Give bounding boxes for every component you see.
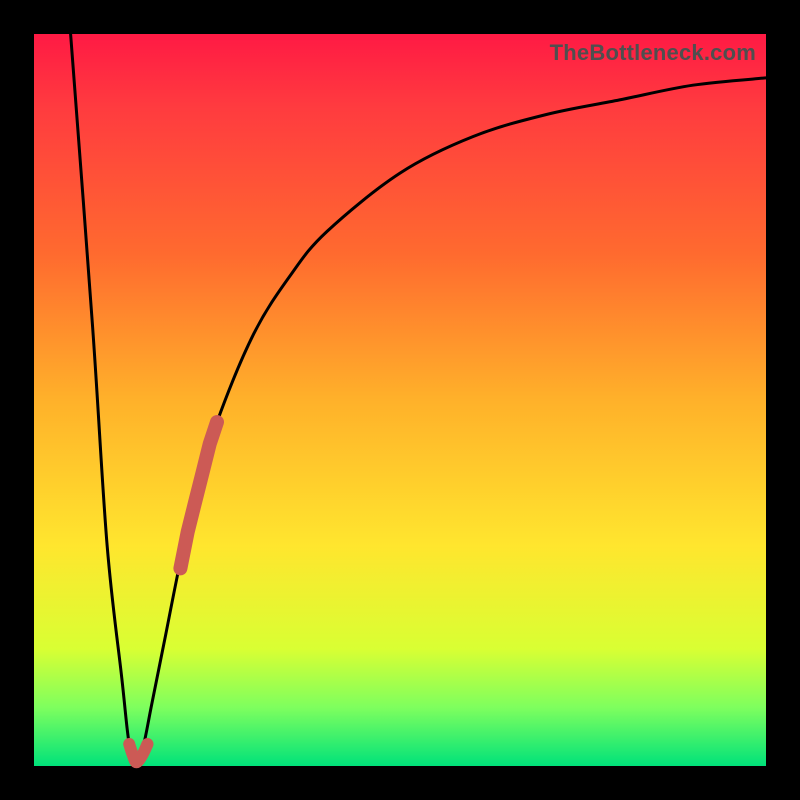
marker-segment: [180, 422, 217, 568]
marker-hook: [129, 744, 147, 762]
main-curve: [71, 34, 766, 766]
chart-frame: TheBottleneck.com: [0, 0, 800, 800]
plot-area: TheBottleneck.com: [34, 34, 766, 766]
chart-svg: [34, 34, 766, 766]
